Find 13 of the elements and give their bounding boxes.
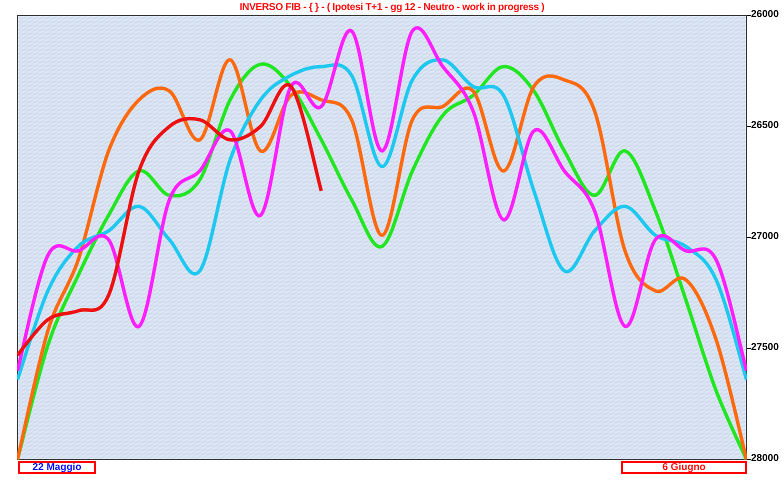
tick-mark	[747, 237, 751, 238]
axis-label: 27000	[751, 232, 779, 242]
axis-label: 27500	[751, 343, 779, 353]
tick-mark	[747, 459, 751, 460]
tick-mark	[747, 126, 751, 127]
date-label: 22 Maggio	[18, 461, 96, 474]
axis-label: 26500	[751, 121, 779, 131]
tick-mark	[747, 348, 751, 349]
axis-label: 26000	[751, 10, 779, 20]
date-label: 6 Giugno	[621, 461, 747, 474]
chart-title: INVERSO FIB - { } - ( Ipotesi T+1 - gg 12 - Neutro - work in progress )	[240, 2, 544, 12]
axis-label: 28000	[751, 454, 779, 464]
tick-mark	[747, 15, 751, 16]
